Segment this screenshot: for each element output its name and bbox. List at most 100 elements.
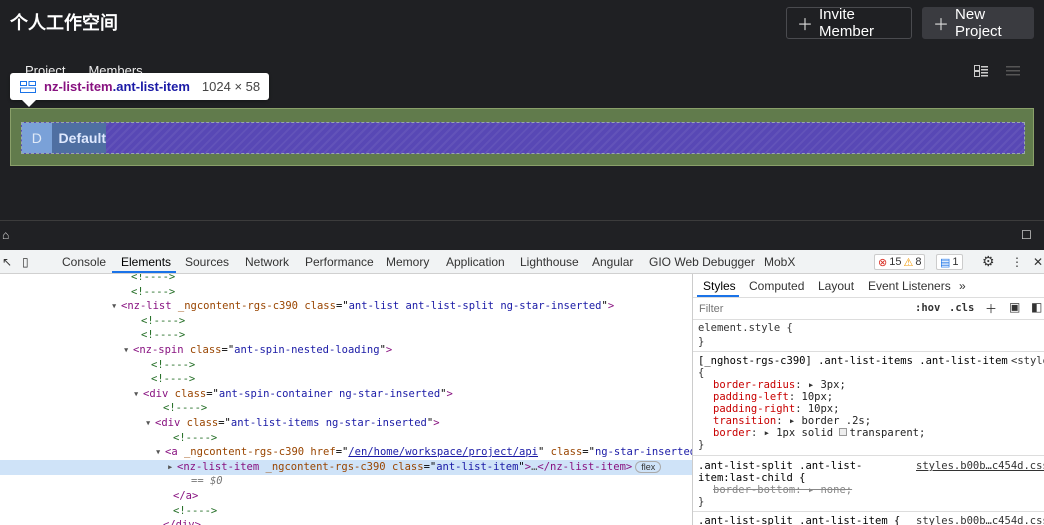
devtools-tabbar: ↖ ▯ Console Elements Sources Network Per… [0,250,1044,274]
expand-down-icon[interactable]: ▾ [155,445,165,460]
tab-elements[interactable]: Elements [121,255,171,269]
tab-event-listeners[interactable]: Event Listeners [868,279,951,293]
dom-comment: <!----> [173,504,218,517]
dom-attr-value: ant-spin-container ng-star-inserted [218,387,441,400]
plus-icon: ＋ [933,17,950,34]
tshirt-icon[interactable]: ⌂ [2,229,14,241]
dom-punct: =" [218,417,231,429]
new-project-button[interactable]: ＋ New Project [922,6,1034,40]
list-item[interactable]: D Default [22,123,106,153]
device-toolbar-icon[interactable]: ▯ [22,255,29,269]
dom-comment: <!----> [141,329,186,342]
close-icon[interactable]: ✕ [1033,255,1043,269]
inspect-tooltip: nz-list-item.ant-list-item 1024 × 58 [10,73,269,107]
rule3-source[interactable]: styles.b00b…c454d.css: [916,515,1044,525]
prop-value: 1px solid [776,427,840,439]
dom-comment: <!----> [173,431,218,444]
expand-down-icon[interactable]: ▾ [123,343,133,358]
dom-comment: <!----> [131,274,176,283]
styles-filter-input[interactable] [699,301,879,317]
dom-attr-name: class [168,387,207,400]
dom-tag: > [607,300,615,313]
expand-right-icon[interactable]: ▸ [167,460,177,475]
hov-toggle[interactable]: :hov [915,302,940,314]
tab-more[interactable]: » [959,279,966,293]
tab-application[interactable]: Application [446,255,505,269]
dom-tag: <nz-list-item [177,460,260,473]
prop-value: border .2s; [801,415,872,427]
dom-attr-name: class [298,300,336,313]
tooltip-size: 1024 × 58 [201,79,261,94]
tab-sources[interactable]: Sources [185,255,229,269]
sidebar-toggle-icon[interactable]: ◧ [1031,300,1042,314]
grid-view-icon[interactable] [974,65,988,77]
tab-console[interactable]: Console [62,255,106,269]
inspect-icon[interactable]: ↖ [2,255,12,269]
messages-counter[interactable]: ▤ 1 [936,254,963,270]
dom-punct: =" [221,344,235,356]
dom-punct: =" [582,446,595,459]
tab-memory[interactable]: Memory [386,255,429,269]
tab-lighthouse[interactable]: Lighthouse [520,255,579,269]
invite-member-button[interactable]: ＋ Invite Member [786,6,912,40]
tab-mobx[interactable]: MobX [764,255,795,269]
error-icon: ⊗ [878,256,888,269]
dom-tag: </div> [163,519,201,525]
dom-attr-name: class [385,460,424,473]
dom-comment: <!----> [163,402,208,415]
new-rule-icon[interactable]: ＋ [985,300,997,317]
prop-name: border [713,427,751,439]
gear-icon[interactable]: ⚙ [982,253,995,270]
active-tab-indicator [112,271,176,273]
prop-value: 10px; [801,391,834,403]
styles-pane: Styles Computed Layout Event Listeners »… [692,274,1044,525]
rule2-source[interactable]: styles.b00b…c454d.css: [916,460,1044,472]
warning-icon: ⚠ [903,256,914,269]
dom-tag: <nz-list [121,300,172,313]
color-swatch[interactable] [839,428,848,436]
new-project-label: New Project [955,6,1002,40]
tab-gio-web-debugger[interactable]: GIO Web Debugger [649,255,755,269]
element-icon [20,80,36,93]
tab-network[interactable]: Network [245,255,289,269]
dom-attr-value: ng-star-inserted [594,446,692,459]
styles-filter-bar: :hov .cls ＋ ▣ ◧ [693,298,1044,320]
tab-layout[interactable]: Layout [818,279,854,293]
more-options-icon[interactable]: ⋮ [1011,255,1023,269]
dom-attr-name: class [544,446,583,459]
robot-icon[interactable]: ☐ [1021,229,1033,241]
dom-tag: > [433,417,440,429]
dom-tag: > [385,344,393,356]
prop-name: padding-right [713,403,796,415]
flex-badge[interactable]: flex [635,460,662,473]
rule1-source[interactable]: <style [1011,355,1044,367]
dom-comment: <!----> [141,314,186,327]
dom-attr-name: class [180,417,219,429]
elements-panel: <!----> <!----> ▾ <nz-list _ngcontent-rgs-c… [0,274,692,525]
rule1-prop-4: border: ▸ 1px solid transparent; [713,427,926,439]
prop-name: border-bottom [713,484,796,496]
tab-styles[interactable]: Styles [703,279,736,293]
dom-attr-name: _ngcontent-rgs-c390 [171,300,299,313]
dom-tag: </nz-list-item> [537,460,633,473]
tab-performance[interactable]: Performance [305,255,374,269]
cls-toggle[interactable]: .cls [949,302,974,314]
dom-punct: =" [335,300,349,313]
issues-counter[interactable]: ⊗ 15 ⚠ 8 [874,254,926,270]
computed-styles-icon[interactable]: ▣ [1009,300,1020,314]
tab-computed[interactable]: Computed [749,279,804,293]
element-highlight-content: D Default [21,122,1025,154]
dom-tag: <div [143,387,169,400]
expand-down-icon[interactable]: ▾ [111,299,121,314]
prop-name: padding-left [713,391,789,403]
tooltip-classes: .ant-list-item [112,79,190,94]
dom-attr-value[interactable]: /en/home/workspace/project/api [348,446,538,458]
dom-node-selected[interactable]: ▸ <nz-list-item _ngcontent-rgs-c390 class… [0,459,692,475]
list-view-icon[interactable] [1006,65,1020,77]
dom-attr-value: ant-list ant-list-split ng-star-inserted [348,300,602,313]
expand-down-icon[interactable]: ▾ [145,416,155,431]
expand-down-icon[interactable]: ▾ [133,387,143,402]
dom-tag: <a [165,446,178,459]
tab-angular[interactable]: Angular [592,255,633,269]
prop-value: 10px; [807,403,840,415]
